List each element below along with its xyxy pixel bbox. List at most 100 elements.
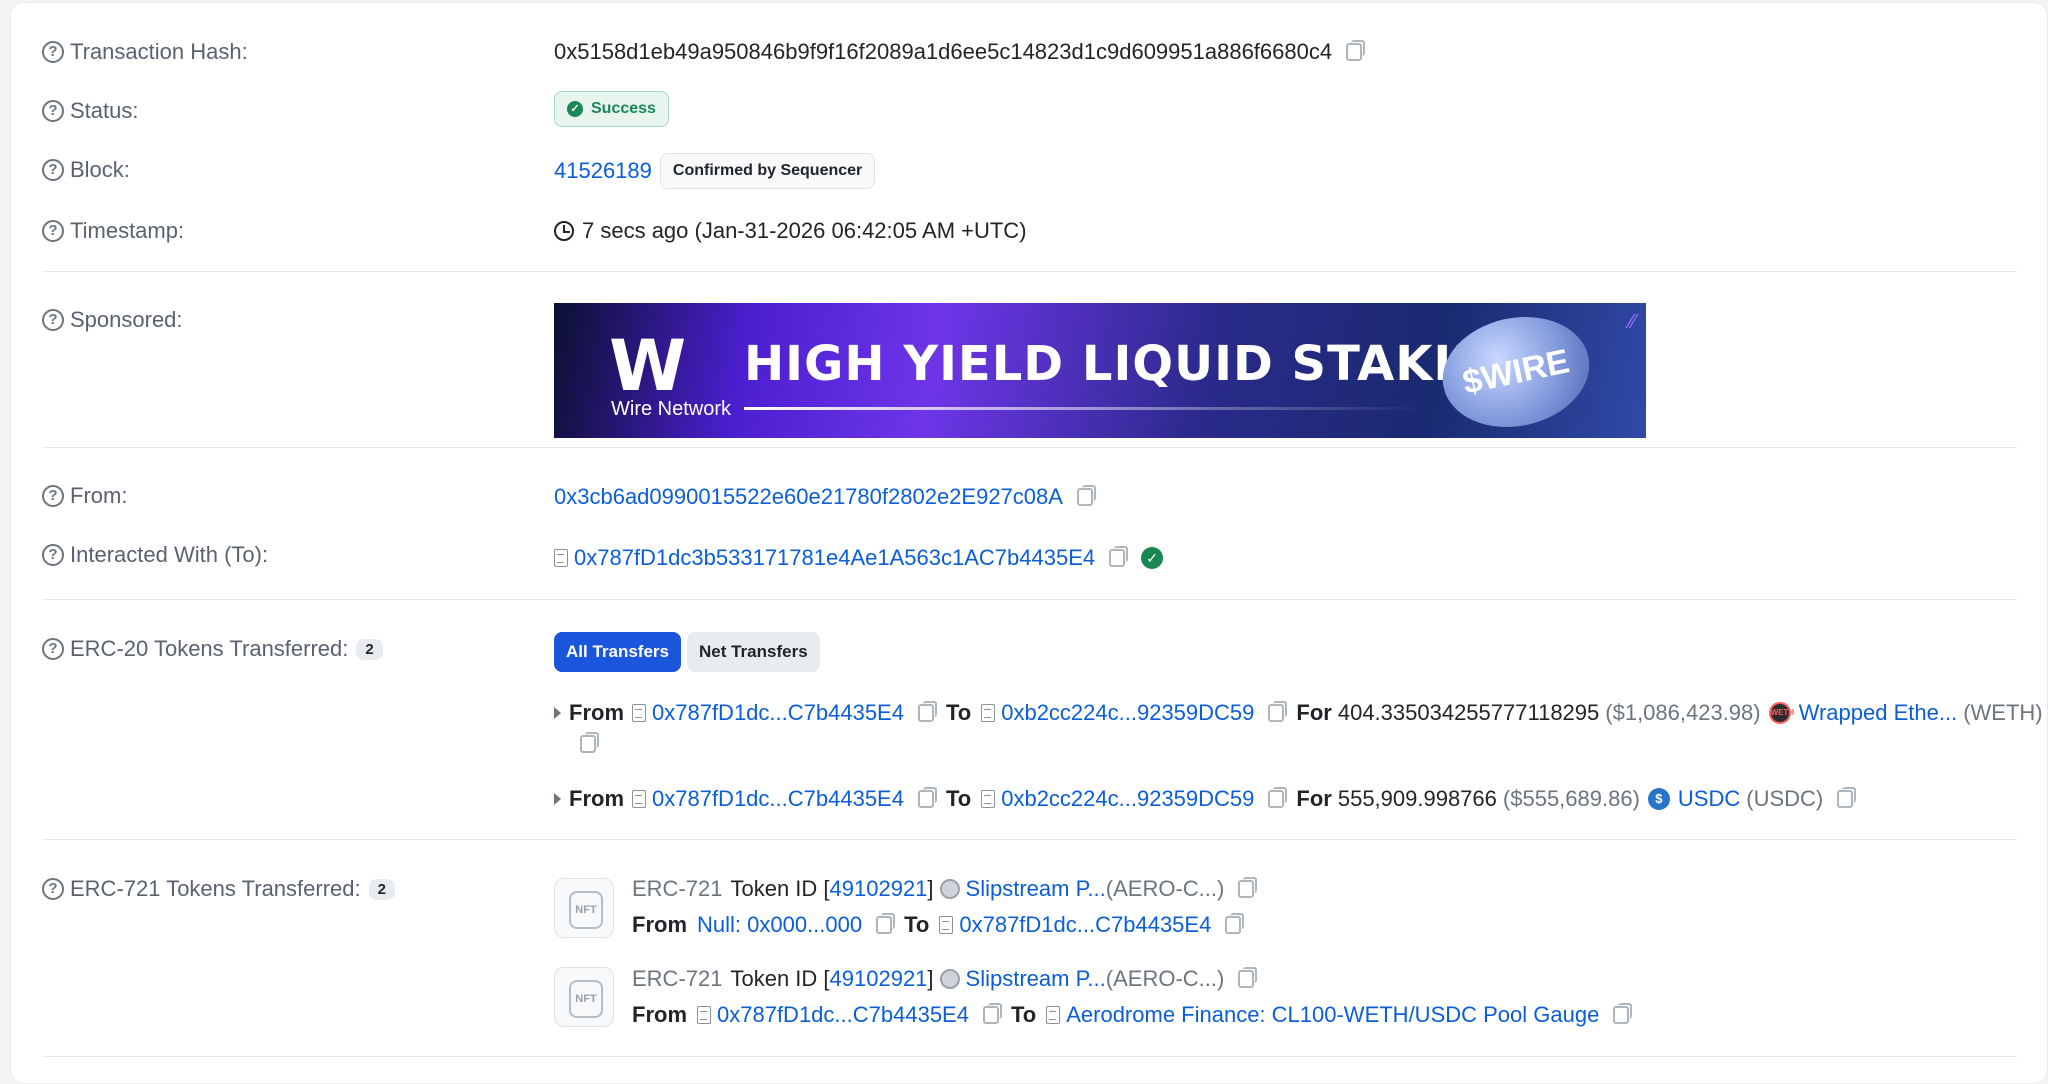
copy-icon[interactable]: [917, 787, 937, 808]
nft-transfer-line: From 0x787fD1dc...C7b4435E4 To Aerodrome…: [632, 1002, 1633, 1028]
nft-to-link[interactable]: 0x787fD1dc...C7b4435E4: [959, 912, 1211, 938]
copy-icon[interactable]: [1346, 40, 1366, 61]
copy-icon[interactable]: [982, 1003, 1002, 1024]
tab-all-transfers[interactable]: All Transfers: [554, 632, 681, 672]
banner-title: HIGH YIELD LIQUID STAKING: [744, 336, 1534, 392]
clock-icon: [554, 221, 574, 241]
nft-token-line: ERC-721 Token ID [ 49102921 ] Slipstream…: [632, 876, 1258, 902]
contract-icon: [939, 916, 954, 934]
status-value: ✓ Success: [554, 91, 669, 127]
block-link[interactable]: 41526189: [554, 158, 652, 184]
transfer-from-link[interactable]: 0x787fD1dc...C7b4435E4: [652, 700, 904, 726]
nft-placeholder-icon: NFT: [569, 891, 603, 929]
token-symbol: (USDC): [1746, 786, 1824, 811]
token-id-link[interactable]: 49102921: [830, 966, 928, 992]
copy-icon[interactable]: [1076, 485, 1096, 506]
usdc-token-icon: $: [1647, 788, 1670, 810]
help-icon[interactable]: ?: [42, 100, 64, 122]
divider: [42, 271, 2017, 272]
nft-from-link[interactable]: Null: 0x000...000: [697, 912, 862, 938]
collection-link[interactable]: Slipstream P...: [966, 966, 1106, 992]
nft-thumbnail[interactable]: NFT: [554, 967, 614, 1027]
transfer-amount: 404.335034255777118295: [1337, 700, 1600, 725]
aero-token-icon: [939, 969, 960, 989]
transaction-details-card: ? Transaction Hash: 0x5158d1eb49a950846b…: [10, 2, 2048, 1084]
expand-caret-icon[interactable]: [554, 793, 561, 805]
nft-transfer-line: From Null: 0x000...000 To 0x787fD1dc...C…: [632, 912, 1245, 938]
erc20-count-badge: 2: [356, 638, 383, 660]
to-address-link[interactable]: 0x787fD1dc3b533171781e4Ae1A563c1AC7b4435…: [574, 545, 1095, 571]
token-link[interactable]: USDC: [1678, 786, 1740, 812]
help-icon[interactable]: ?: [42, 41, 64, 63]
sponsored-label: ? Sponsored:: [42, 307, 183, 333]
copy-icon[interactable]: [1225, 913, 1245, 934]
copy-icon[interactable]: [1613, 1003, 1633, 1024]
token-link[interactable]: Wrapped Ethe...: [1799, 700, 1958, 726]
nft-token-line: ERC-721 Token ID [ 49102921 ] Slipstream…: [632, 966, 1258, 992]
transfer-amount: 555,909.998766: [1337, 786, 1497, 811]
copy-icon[interactable]: [917, 701, 937, 722]
erc20-transfer-row: From 0x787fD1dc...C7b4435E4 To 0xb2cc224…: [554, 700, 2043, 726]
help-icon[interactable]: ?: [42, 220, 64, 242]
transfer-usd-value: ($1,086,423.98): [1605, 700, 1761, 725]
erc20-label: ? ERC-20 Tokens Transferred: 2: [42, 636, 383, 662]
copy-icon[interactable]: [1268, 787, 1288, 808]
copy-icon[interactable]: [1238, 877, 1258, 898]
wire-coin-image: $WIRE: [1432, 303, 1600, 438]
copy-icon[interactable]: [876, 913, 896, 934]
from-label: ? From:: [42, 483, 127, 509]
interacted-with-label: ? Interacted With (To):: [42, 542, 268, 568]
from-address-link[interactable]: 0x3cb6ad0990015522e60e21780f2802e2E927c0…: [554, 484, 1063, 510]
erc20-transfer-row: From 0x787fD1dc...C7b4435E4 To 0xb2cc224…: [554, 786, 1857, 812]
copy-icon[interactable]: [580, 732, 599, 753]
nft-to-link[interactable]: Aerodrome Finance: CL100-WETH/USDC Pool …: [1066, 1002, 1599, 1028]
copy-icon[interactable]: [1109, 546, 1129, 567]
weth-token-icon: WETH: [1768, 702, 1794, 724]
help-icon[interactable]: ?: [42, 638, 64, 660]
token-id-link[interactable]: 49102921: [830, 876, 928, 902]
contract-icon: [554, 549, 568, 567]
confirmed-by-sequencer-badge: Confirmed by Sequencer: [659, 153, 876, 189]
copy-icon[interactable]: [1837, 787, 1857, 808]
transfer-from-link[interactable]: 0x787fD1dc...C7b4435E4: [652, 786, 904, 812]
tab-net-transfers[interactable]: Net Transfers: [687, 632, 820, 672]
collection-link[interactable]: Slipstream P...: [966, 876, 1106, 902]
nft-from-link[interactable]: 0x787fD1dc...C7b4435E4: [717, 1002, 969, 1028]
help-icon[interactable]: ?: [42, 485, 64, 507]
contract-icon: [1046, 1006, 1061, 1024]
tx-hash-value: 0x5158d1eb49a950846b9f9f16f2089a1d6ee5c1…: [554, 39, 1366, 65]
contract-icon: [632, 704, 646, 722]
timestamp-value: 7 secs ago (Jan-31-2026 06:42:05 AM +UTC…: [554, 218, 1027, 244]
divider: [42, 839, 2017, 840]
wire-network-logo: W: [609, 325, 686, 407]
transfer-to-link[interactable]: 0xb2cc224c...92359DC59: [1001, 786, 1254, 812]
from-value: 0x3cb6ad0990015522e60e21780f2802e2E927c0…: [554, 484, 1096, 510]
interacted-with-value: 0x787fD1dc3b533171781e4Ae1A563c1AC7b4435…: [554, 545, 1171, 571]
help-icon[interactable]: ?: [42, 309, 64, 331]
check-circle-icon: ✓: [567, 101, 583, 117]
tx-hash: 0x5158d1eb49a950846b9f9f16f2089a1d6ee5c1…: [554, 39, 1333, 64]
expand-caret-icon[interactable]: [554, 707, 561, 719]
erc721-count-badge: 2: [368, 878, 395, 900]
tx-hash-label: ? Transaction Hash:: [42, 39, 248, 65]
copy-icon[interactable]: [1238, 967, 1258, 988]
contract-icon: [981, 704, 996, 722]
sponsored-banner[interactable]: W Wire Network HIGH YIELD LIQUID STAKING…: [554, 303, 1646, 438]
contract-icon: [632, 790, 646, 808]
banner-line: [744, 407, 1424, 410]
timestamp-label: ? Timestamp:: [42, 218, 184, 244]
verified-contract-icon: ✓: [1141, 547, 1164, 569]
transfer-to-link[interactable]: 0xb2cc224c...92359DC59: [1001, 700, 1254, 726]
divider: [42, 599, 2017, 600]
contract-icon: [697, 1006, 711, 1024]
status-label: ? Status:: [42, 98, 138, 124]
help-icon[interactable]: ?: [42, 878, 64, 900]
copy-icon[interactable]: [1268, 701, 1288, 722]
ad-marker-icon: ⁄⁄: [1629, 311, 1636, 333]
status-badge: ✓ Success: [554, 91, 669, 127]
divider: [42, 1056, 2017, 1057]
nft-thumbnail[interactable]: NFT: [554, 878, 614, 938]
help-icon[interactable]: ?: [42, 159, 64, 181]
erc20-tabs: All Transfers Net Transfers: [554, 632, 820, 672]
help-icon[interactable]: ?: [42, 544, 64, 566]
